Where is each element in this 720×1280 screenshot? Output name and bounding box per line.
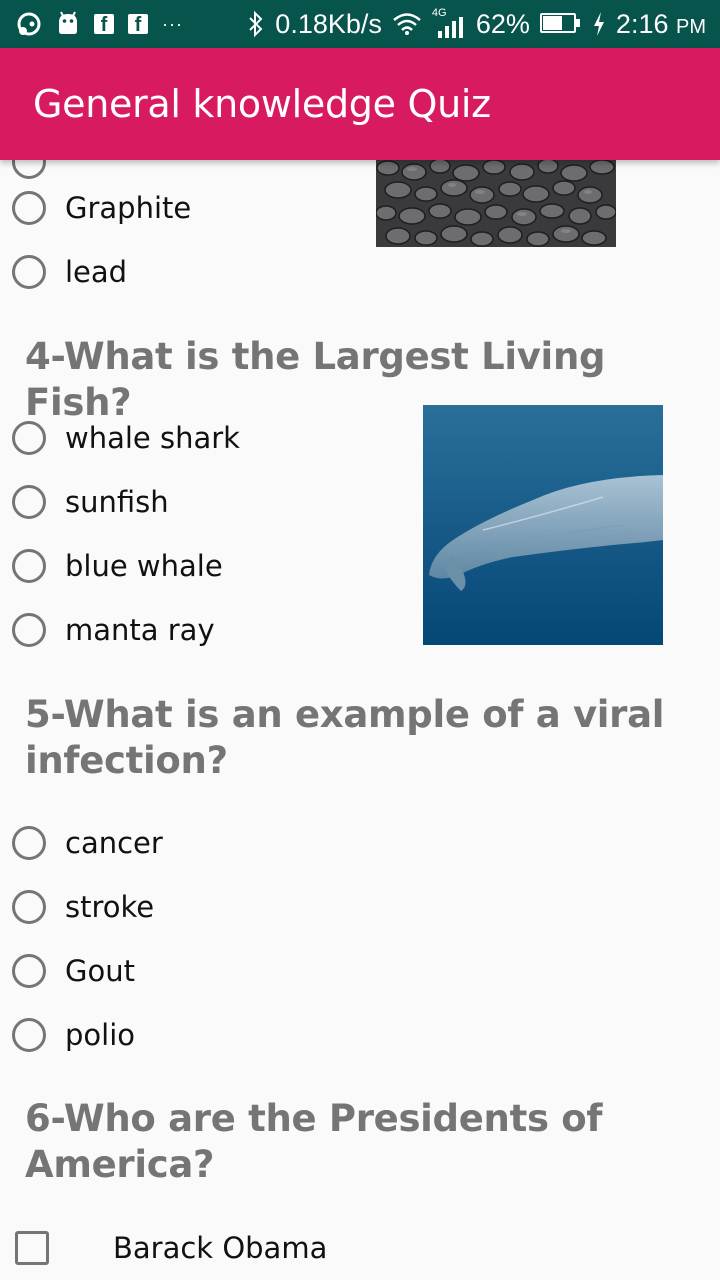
radio-button[interactable] [12, 421, 46, 455]
coal-image [376, 160, 616, 247]
option-label: Gout [65, 954, 135, 988]
signal-icon: 4G [432, 7, 466, 39]
option-label: whale shark [65, 421, 240, 455]
option-label: Graphite [65, 191, 192, 225]
option-label: blue whale [65, 549, 223, 583]
option-label: cancer [65, 826, 163, 860]
status-bar: f f ··· 0.18Kb/s 4G 62% 2:16 PM [0, 0, 720, 48]
quiz-content[interactable]: Graphite lead 4-What is the Largest Livi… [0, 160, 720, 1280]
option-label: stroke [65, 890, 155, 924]
clock-time: 2:16 [615, 8, 669, 39]
battery-icon [539, 13, 582, 35]
q3-option-lead[interactable]: lead [12, 250, 127, 294]
hidden-option[interactable] [12, 160, 46, 184]
option-label: lead [65, 255, 128, 289]
facebook-notification-icon-2: f [128, 14, 148, 36]
radio-button[interactable] [12, 255, 46, 289]
clock: 2:16 PM [616, 9, 706, 40]
more-notifications-icon: ··· [162, 13, 183, 34]
q4-option-blue-whale[interactable]: blue whale [12, 544, 223, 588]
radio-button[interactable] [12, 890, 46, 924]
option-label: sunfish [65, 485, 169, 519]
option-label: manta ray [65, 613, 215, 647]
radio-button[interactable] [12, 549, 46, 583]
option-label: Barack Obama [113, 1231, 328, 1265]
question-6-title: 6-Who are the Presidents of America? [25, 1096, 685, 1188]
clock-ampm: PM [676, 15, 706, 38]
sync-notification-icon [17, 12, 41, 36]
q4-option-sunfish[interactable]: sunfish [12, 480, 169, 524]
wifi-icon [393, 13, 421, 35]
android-notification-icon [59, 11, 77, 34]
q3-option-graphite[interactable]: Graphite [12, 186, 191, 230]
q4-option-whale-shark[interactable]: whale shark [12, 416, 240, 460]
charging-icon [593, 12, 604, 36]
notification-icons: f f ··· [16, 8, 183, 40]
radio-button[interactable] [12, 1018, 46, 1052]
radio-button[interactable] [12, 954, 46, 988]
radio-button[interactable] [12, 191, 46, 225]
question-5-line-1: 5-What is an example of a viral [25, 693, 665, 736]
radio-button[interactable] [12, 826, 46, 860]
q5-option-gout[interactable]: Gout [12, 949, 135, 993]
radio-button[interactable] [12, 485, 46, 519]
system-icons: 0.18Kb/s 4G 62% 2:16 PM [247, 6, 706, 42]
radio-button[interactable] [12, 160, 46, 179]
battery-percent: 62% [475, 8, 530, 39]
question-6-line-1: 6-Who are the Presidents of [25, 1097, 603, 1140]
question-6-line-2: America? [25, 1143, 215, 1186]
q5-option-stroke[interactable]: stroke [12, 885, 154, 929]
network-speed: 0.18Kb/s [275, 8, 382, 39]
bluetooth-icon [249, 10, 263, 38]
checkbox[interactable] [15, 1231, 49, 1265]
app-bar: General knowledge Quiz [0, 48, 720, 160]
radio-button[interactable] [12, 613, 46, 647]
facebook-notification-icon: f [94, 14, 114, 36]
q5-option-polio[interactable]: polio [12, 1013, 135, 1057]
question-5-title: 5-What is an example of a viral infectio… [25, 692, 685, 784]
q4-option-manta-ray[interactable]: manta ray [12, 608, 215, 652]
q6-option-barack-obama[interactable]: Barack Obama [15, 1226, 327, 1270]
q5-option-cancer[interactable]: cancer [12, 821, 163, 865]
option-label: polio [65, 1018, 136, 1052]
question-5-line-2: infection? [25, 739, 228, 782]
whale-image [423, 405, 663, 645]
app-title: General knowledge Quiz [33, 82, 491, 126]
